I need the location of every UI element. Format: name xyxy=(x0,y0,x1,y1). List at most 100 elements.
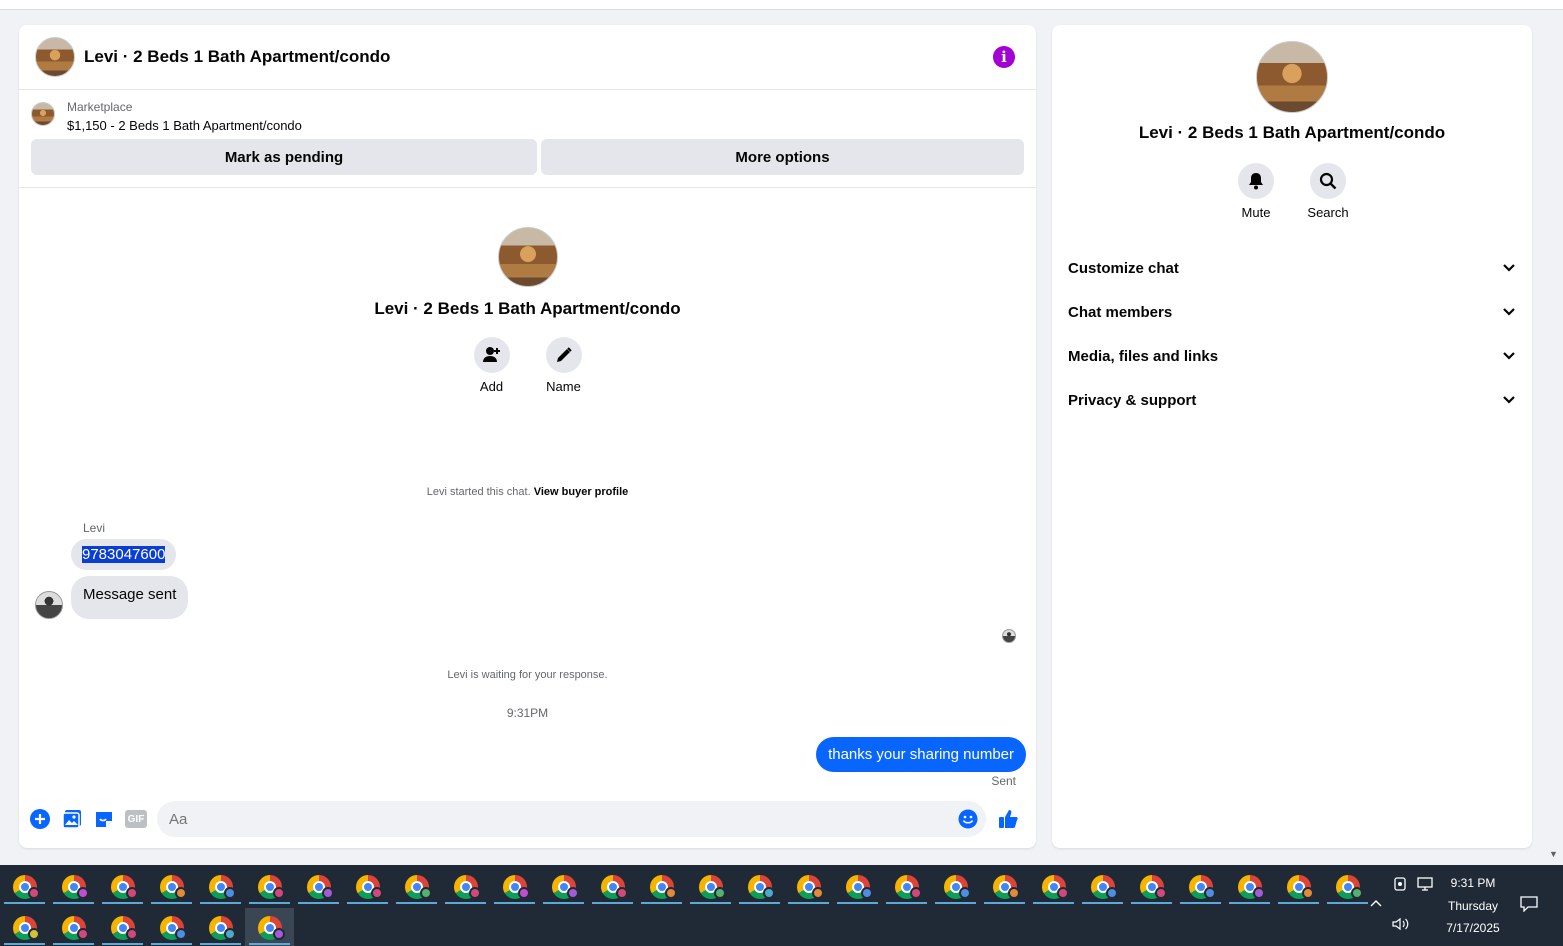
taskbar-chrome-window[interactable] xyxy=(1127,867,1176,907)
taskbar-chrome-window[interactable] xyxy=(343,867,392,907)
taskbar-chrome-window[interactable] xyxy=(392,867,441,907)
profile-badge-icon xyxy=(273,887,285,899)
clock-date[interactable]: 7/17/2025 xyxy=(1440,921,1506,935)
add-person-icon[interactable] xyxy=(473,337,510,373)
menu-customize-chat[interactable]: Customize chat xyxy=(1068,246,1516,290)
incoming-message-phone[interactable]: 9783047600 xyxy=(71,539,177,570)
clock-day[interactable]: Thursday xyxy=(1440,899,1506,913)
taskbar-chrome-window[interactable] xyxy=(294,867,343,907)
taskbar-chrome-window[interactable] xyxy=(1323,867,1372,907)
taskbar-chrome-window[interactable] xyxy=(147,867,196,907)
sticker-icon[interactable] xyxy=(91,806,117,832)
taskbar-chrome-window[interactable] xyxy=(245,908,294,946)
message-input[interactable] xyxy=(157,801,986,837)
taskbar-chrome-window[interactable] xyxy=(196,867,245,907)
taskbar-chrome-window[interactable] xyxy=(245,867,294,907)
profile-badge-icon xyxy=(1351,887,1363,899)
taskbar-chrome-window[interactable] xyxy=(147,908,196,946)
profile-badge-icon xyxy=(910,887,922,899)
taskbar-chrome-window[interactable] xyxy=(98,867,147,907)
taskbar-chrome-window[interactable] xyxy=(1225,867,1274,907)
taskbar-chrome-window[interactable] xyxy=(686,867,735,907)
clock-time[interactable]: 9:31 PM xyxy=(1440,876,1506,890)
chat-started-line: Levi started this chat. View buyer profi… xyxy=(19,486,1036,498)
pencil-icon[interactable] xyxy=(545,337,582,373)
scroll-down-arrow[interactable]: ▼ xyxy=(1549,849,1558,859)
listing-avatar[interactable] xyxy=(35,37,75,77)
thumbs-up-icon[interactable] xyxy=(996,806,1022,832)
taskbar-chrome-window[interactable] xyxy=(637,867,686,907)
add-action[interactable]: Add xyxy=(473,337,510,394)
search-label: Search xyxy=(1307,205,1349,220)
more-options-button[interactable]: More options xyxy=(541,139,1024,175)
search-icon[interactable] xyxy=(1310,163,1346,199)
mute-action[interactable]: Mute xyxy=(1238,163,1274,220)
profile-badge-icon xyxy=(1106,887,1118,899)
taskbar-chrome-window[interactable] xyxy=(833,867,882,907)
taskbar-chrome-window[interactable] xyxy=(0,867,49,907)
menu-chat-members[interactable]: Chat members xyxy=(1068,290,1516,334)
outgoing-message[interactable]: thanks your sharing number xyxy=(816,737,1026,772)
profile-badge-icon xyxy=(763,887,775,899)
waiting-text: Levi is waiting for your response. xyxy=(447,669,608,681)
profile-badge-icon xyxy=(714,887,726,899)
taskbar-chrome-window[interactable] xyxy=(1274,867,1323,907)
taskbar-chrome-window[interactable] xyxy=(588,867,637,907)
taskbar-row-2 xyxy=(0,908,294,946)
taskbar-chrome-window[interactable] xyxy=(490,867,539,907)
marketplace-banner: Marketplace $1,150 - 2 Beds 1 Bath Apart… xyxy=(19,90,1036,188)
gif-icon[interactable]: GIF xyxy=(125,810,147,828)
profile-badge-icon xyxy=(959,887,971,899)
taskbar-chrome-window[interactable] xyxy=(49,867,98,907)
name-action[interactable]: Name xyxy=(545,337,582,394)
volume-icon[interactable] xyxy=(1392,917,1410,934)
profile-badge-icon xyxy=(322,887,334,899)
profile-badge-icon xyxy=(77,887,89,899)
message-composer: GIF xyxy=(19,790,1036,848)
profile-badge-icon xyxy=(518,887,530,899)
profile-badge-icon xyxy=(273,928,285,940)
taskbar-chrome-window[interactable] xyxy=(196,908,245,946)
profile-badge-icon xyxy=(1008,887,1020,899)
meet-now-icon[interactable] xyxy=(1393,876,1407,895)
taskbar-chrome-window[interactable] xyxy=(98,908,147,946)
taskbar-chrome-window[interactable] xyxy=(882,867,931,907)
sender-avatar[interactable] xyxy=(35,591,63,619)
incoming-message-status[interactable]: Message sent xyxy=(71,576,189,619)
chat-title[interactable]: Levi · 2 Beds 1 Bath Apartment/condo xyxy=(84,47,993,67)
taskbar-chrome-window[interactable] xyxy=(784,867,833,907)
mark-pending-button[interactable]: Mark as pending xyxy=(31,139,537,175)
taskbar-chrome-window[interactable] xyxy=(0,908,49,946)
info-icon[interactable]: i xyxy=(993,46,1015,68)
photo-icon[interactable] xyxy=(59,806,85,832)
taskbar-chrome-window[interactable] xyxy=(1176,867,1225,907)
listing-thumbnail[interactable] xyxy=(31,102,55,126)
network-icon[interactable] xyxy=(1417,877,1435,894)
profile-badge-icon xyxy=(224,887,236,899)
notifications-icon[interactable] xyxy=(1520,896,1538,915)
selected-phone-text[interactable]: 9783047600 xyxy=(82,546,166,563)
taskbar-chrome-window[interactable] xyxy=(735,867,784,907)
taskbar-chrome-window[interactable] xyxy=(539,867,588,907)
profile-badge-icon xyxy=(1204,887,1216,899)
taskbar-chrome-window[interactable] xyxy=(441,867,490,907)
taskbar-chrome-window[interactable] xyxy=(931,867,980,907)
menu-privacy-support[interactable]: Privacy & support xyxy=(1068,378,1516,422)
bell-icon[interactable] xyxy=(1238,163,1274,199)
plus-icon[interactable] xyxy=(27,806,53,832)
taskbar-chrome-window[interactable] xyxy=(980,867,1029,907)
details-avatar[interactable] xyxy=(1256,41,1328,113)
profile-badge-icon xyxy=(812,887,824,899)
view-buyer-profile-link[interactable]: View buyer profile xyxy=(534,486,629,498)
listing-price[interactable]: $1,150 - 2 Beds 1 Bath Apartment/condo xyxy=(67,118,302,133)
taskbar-chrome-window[interactable] xyxy=(1029,867,1078,907)
menu-media-files-links[interactable]: Media, files and links xyxy=(1068,334,1516,378)
show-hidden-icons-chevron-up-icon[interactable] xyxy=(1370,895,1382,911)
search-action[interactable]: Search xyxy=(1307,163,1349,220)
profile-badge-icon xyxy=(175,887,187,899)
chevron-down-icon xyxy=(1502,348,1516,365)
emoji-icon[interactable] xyxy=(958,809,978,834)
taskbar-chrome-window[interactable] xyxy=(49,908,98,946)
taskbar-chrome-window[interactable] xyxy=(1078,867,1127,907)
read-receipt-avatar xyxy=(1002,629,1016,643)
